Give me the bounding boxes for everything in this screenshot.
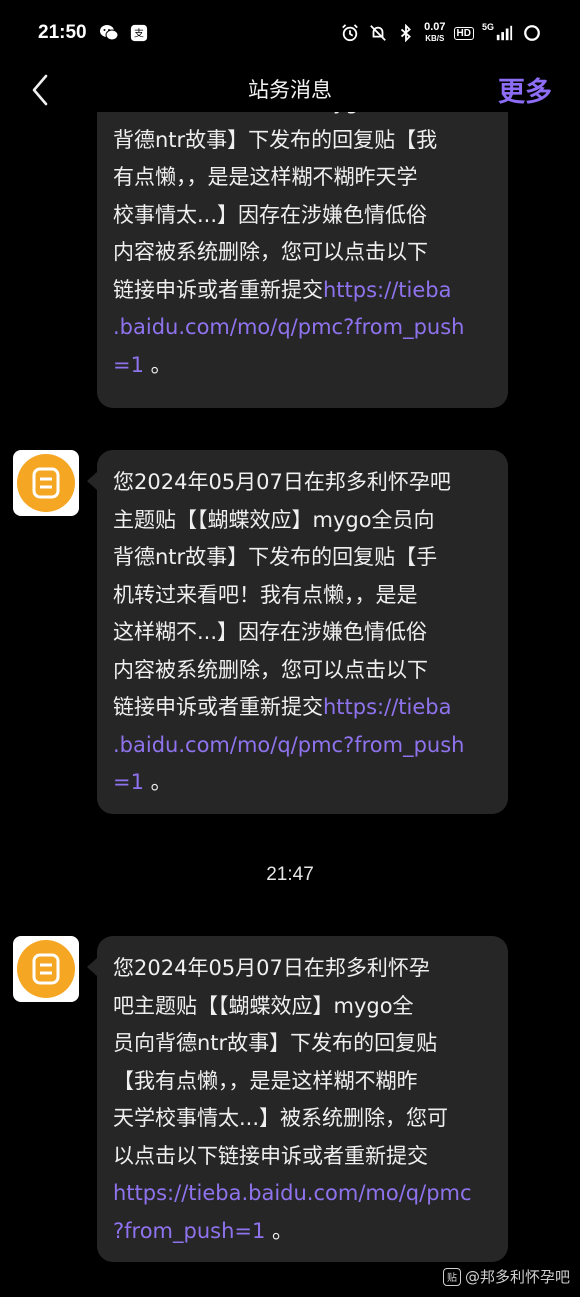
message-line: 以点击以下链接申诉或者重新提交: [113, 1143, 428, 1168]
appeal-link[interactable]: =1: [113, 353, 144, 377]
message-timestamp: 21:47: [266, 864, 314, 885]
message-line: 链接申诉或者重新提交https://tieba: [113, 272, 492, 310]
message-line: 您2024年05月07日在邦多利怀孕: [113, 956, 430, 980]
message-suffix: 。: [143, 352, 172, 377]
appeal-link[interactable]: .baidu.com/mo/q/pmc?from_push: [113, 727, 492, 765]
message-line: =1 。: [113, 764, 492, 802]
message-line: 员向背德ntr故事】下发布的回复贴: [113, 1031, 438, 1055]
chevron-left-icon[interactable]: [26, 72, 56, 108]
appeal-link[interactable]: https://tieba: [323, 695, 451, 719]
appeal-link[interactable]: https://tieba.baidu.com/mo/q/pmc: [113, 1175, 492, 1213]
tieba-logo-icon: 贴: [442, 1267, 461, 1286]
message-bubble: 主题贴【【蝴蝶效应】mygo全员向 背德ntr故事】下发布的回复贴【我 有点懒，…: [97, 112, 508, 408]
avatar[interactable]: [13, 450, 79, 516]
message-text: 链接申诉或者重新提交: [113, 277, 323, 302]
message-line: 有点懒，，是是这样糊不糊昨天学: [113, 165, 418, 189]
page-title: 站务消息: [248, 78, 332, 102]
signal-icon: [496, 25, 513, 41]
hd-badge: HD: [453, 26, 474, 40]
message-line: 内容被系统删除，您可以点击以下: [113, 240, 428, 264]
bluetooth-icon: [401, 24, 412, 42]
tieba-notice-icon: [32, 467, 60, 499]
message-line: 背德ntr故事】下发布的回复贴【手: [113, 545, 438, 569]
battery-ring-icon: [524, 25, 540, 41]
net-speed-unit: KB/S: [425, 34, 445, 43]
message-list[interactable]: 主题贴【【蝴蝶效应】mygo全员向 背德ntr故事】下发布的回复贴【我 有点懒，…: [0, 112, 580, 1297]
appeal-link[interactable]: ?from_push=1: [113, 1219, 265, 1243]
status-right-icons: 0.07 KB/S HD 5G: [340, 22, 542, 44]
avatar[interactable]: [13, 936, 79, 1002]
more-button[interactable]: 更多: [498, 70, 552, 109]
status-left-icons: 支: [99, 24, 149, 42]
message-line: 这样糊不...】因存在涉嫌色情低俗: [113, 620, 428, 644]
message-line: 吧主题贴【【蝴蝶效应】mygo全: [113, 993, 414, 1018]
message-line: 主题贴【【蝴蝶效应】mygo全员向: [113, 507, 435, 532]
message-line: 【我有点懒，，是是这样糊不糊昨: [113, 1068, 418, 1093]
avatar-circle: [17, 454, 75, 512]
message-line: 机转过来看吧！我有点懒，，是是: [113, 582, 418, 607]
net-speed-value: 0.07: [424, 21, 446, 33]
message-line: 校事情太...】因存在涉嫌色情低俗: [113, 202, 428, 227]
appeal-link[interactable]: .baidu.com/mo/q/pmc?from_push: [113, 309, 492, 347]
alipay-icon: 支: [130, 24, 147, 42]
wechat-icon: [99, 25, 119, 41]
alarm-icon: [342, 24, 358, 42]
nav-bar: 站务消息 更多: [0, 66, 580, 112]
message-line: ?from_push=1 。: [113, 1213, 492, 1251]
message-line: 天学校事情太...】被系统删除，您可: [113, 1106, 449, 1130]
avatar-circle: [17, 940, 75, 998]
message-bubble: 您2024年05月07日在邦多利怀孕 吧主题贴【【蝴蝶效应】mygo全 员向背德…: [87, 936, 508, 1262]
status-time: 21:50: [38, 22, 87, 43]
message-line: =1 。: [113, 347, 492, 385]
svg-text:支: 支: [134, 28, 144, 40]
watermark: 贴 @邦多利怀孕吧: [442, 1266, 570, 1287]
tieba-notice-icon: [32, 953, 60, 985]
message-line: 内容被系统删除，您可以点击以下: [113, 657, 428, 682]
watermark-text: @邦多利怀孕吧: [464, 1268, 570, 1286]
appeal-link[interactable]: =1: [113, 770, 144, 794]
message-text: 链接申诉或者重新提交: [113, 695, 323, 719]
appeal-link[interactable]: https://tieba: [323, 278, 451, 302]
net-speed: 0.07 KB/S: [424, 22, 445, 44]
message-line: 链接申诉或者重新提交https://tieba: [113, 689, 492, 727]
network-label: 5G: [481, 22, 494, 32]
message-line: 您2024年05月07日在邦多利怀孕吧: [113, 470, 451, 494]
message-suffix: 。: [143, 770, 172, 794]
message-suffix: 。: [265, 1218, 294, 1243]
message-bubble: 您2024年05月07日在邦多利怀孕吧 主题贴【【蝴蝶效应】mygo全员向 背德…: [87, 450, 508, 814]
mute-icon: [370, 25, 386, 41]
message-line: 主题贴【【蝴蝶效应】mygo全员向: [113, 112, 492, 122]
message-line: 背德ntr故事】下发布的回复贴【我: [113, 127, 438, 152]
status-bar: 21:50 支 0.07 KB/S HD 5G: [0, 0, 580, 66]
